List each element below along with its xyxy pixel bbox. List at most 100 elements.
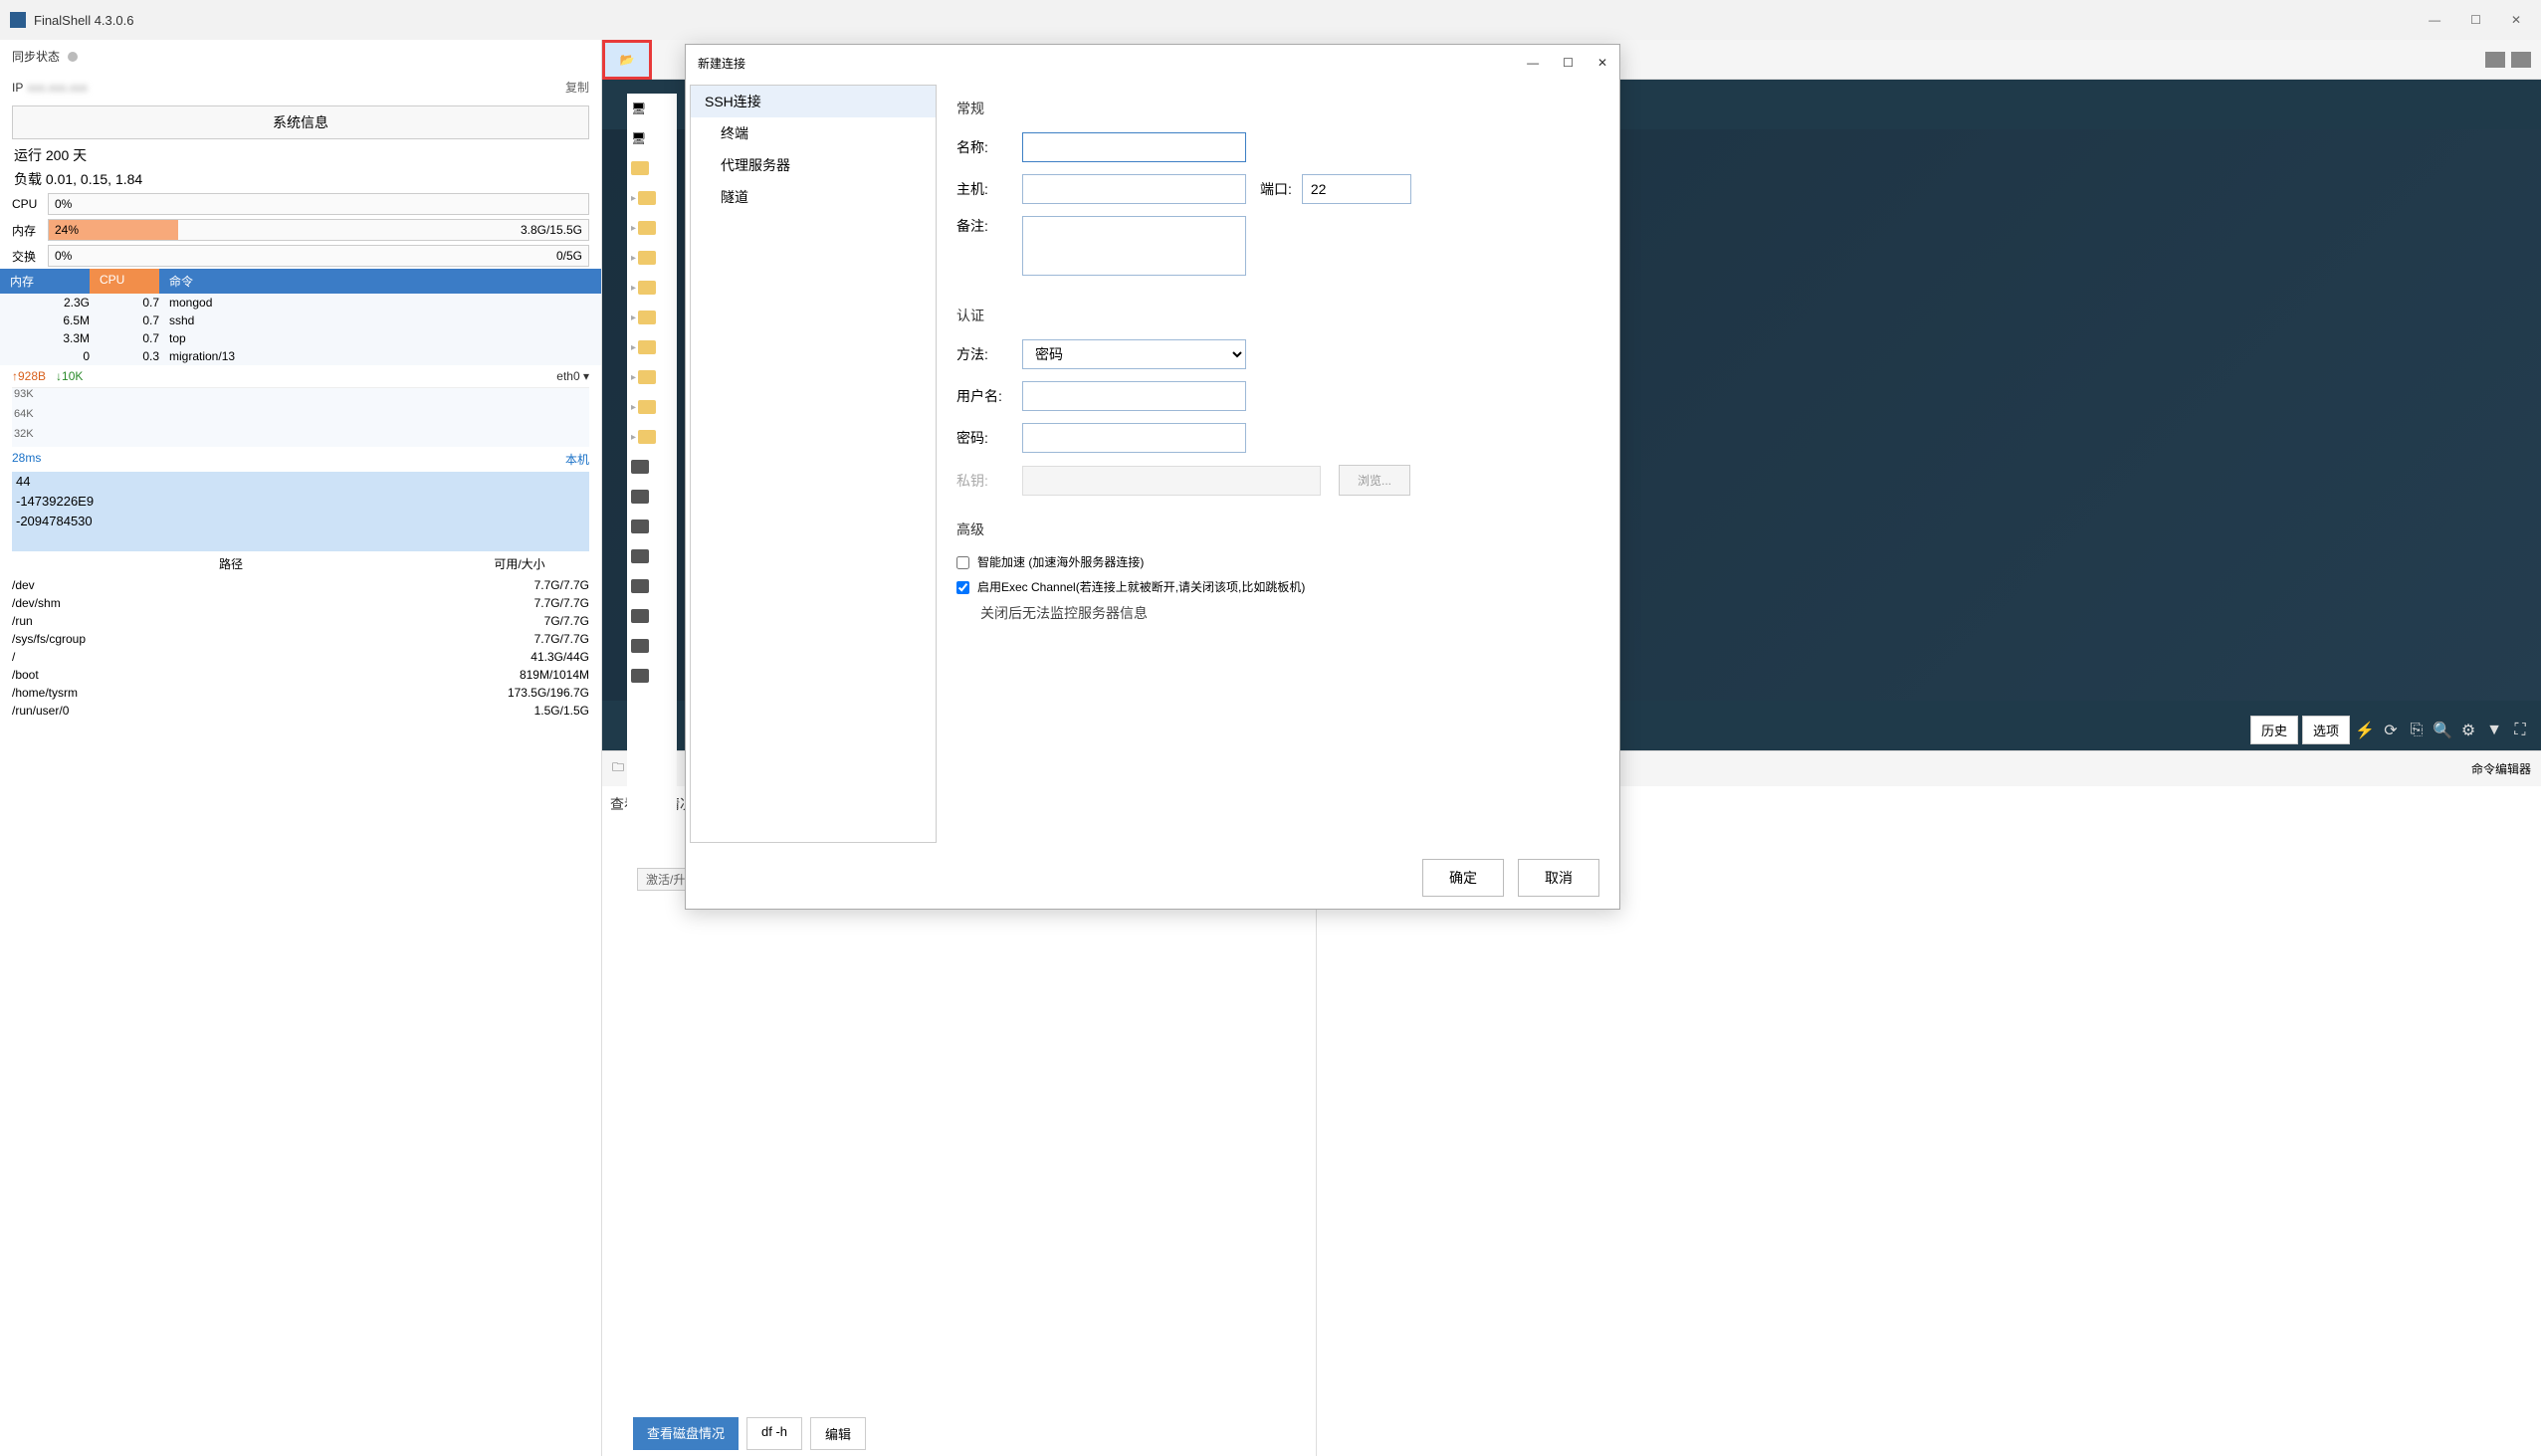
port-label: 端口: <box>1260 179 1292 199</box>
network-chart: 93K 64K 32K <box>12 387 589 447</box>
name-input[interactable] <box>1022 132 1246 162</box>
col-mem[interactable]: 内存 <box>0 269 90 294</box>
run-cmd-button[interactable]: 查看磁盘情况 <box>633 1417 739 1450</box>
method-select[interactable]: 密码 <box>1022 339 1246 369</box>
df-button[interactable]: df -h <box>746 1417 802 1450</box>
exec-checkbox[interactable] <box>956 581 969 594</box>
user-input[interactable] <box>1022 381 1246 411</box>
server-icon <box>631 669 649 683</box>
folder-icon <box>638 311 656 324</box>
sync-status: 同步状态 <box>0 40 601 73</box>
mem-label: 内存 <box>12 222 48 239</box>
chevron-icon: ▸ <box>631 432 636 443</box>
disk-row[interactable]: /41.3G/44G <box>0 648 601 666</box>
folder-icon: 📂 <box>620 53 635 67</box>
iface-dropdown[interactable]: eth0 ▾ <box>556 369 589 383</box>
net-y1: 93K <box>14 388 34 400</box>
fullscreen-icon[interactable]: ⛶ <box>2509 720 2531 741</box>
minimize-icon[interactable]: — <box>2429 13 2440 27</box>
disk-row[interactable]: /run/user/01.5G/1.5G <box>0 702 601 720</box>
tree-server[interactable] <box>627 482 677 512</box>
ping-l1: -14739226E9 <box>16 494 94 509</box>
ping-host[interactable]: 本机 <box>565 451 589 468</box>
disk-row[interactable]: /boot819M/1014M <box>0 666 601 684</box>
accel-checkbox[interactable] <box>956 556 969 569</box>
tree-folder[interactable]: ▸ <box>627 183 677 213</box>
tree-folder[interactable]: ▸ <box>627 273 677 303</box>
status-dot-icon <box>68 52 78 62</box>
chevron-icon: ▸ <box>631 372 636 383</box>
history-button[interactable]: 历史 <box>2250 716 2298 744</box>
tree-folder[interactable]: ▸ <box>627 213 677 243</box>
gear-icon[interactable]: ⚙ <box>2457 720 2479 741</box>
disk-row[interactable]: /run7G/7.7G <box>0 612 601 630</box>
app-icon <box>10 12 26 28</box>
monitor-icon: 🖥 <box>631 102 646 115</box>
col-cmd[interactable]: 命令 <box>159 269 601 294</box>
tree-folder[interactable]: ▸ <box>627 422 677 452</box>
browse-button[interactable]: 浏览... <box>1339 465 1410 496</box>
server-icon <box>631 460 649 474</box>
net-y2: 64K <box>14 408 34 420</box>
tree-folder[interactable]: ▸ <box>627 392 677 422</box>
host-label: 主机: <box>956 179 1022 199</box>
ip-label: IP <box>12 81 23 95</box>
maximize-icon[interactable]: ☐ <box>2470 13 2481 27</box>
tree-server[interactable] <box>627 512 677 541</box>
type-ssh[interactable]: SSH连接 <box>691 86 936 117</box>
ok-button[interactable]: 确定 <box>1422 859 1504 897</box>
tree-folder[interactable] <box>627 153 677 183</box>
tree-server[interactable] <box>627 452 677 482</box>
tree-server[interactable] <box>627 571 677 601</box>
copy-button[interactable]: 复制 <box>565 79 589 96</box>
copy-icon[interactable]: ⎘ <box>2406 720 2428 741</box>
tree-node[interactable]: 🖥 <box>627 94 677 123</box>
type-terminal[interactable]: 终端 <box>691 117 936 149</box>
disk-row[interactable]: /dev7.7G/7.7G <box>0 576 601 594</box>
dialog-minimize-icon[interactable]: — <box>1527 56 1539 70</box>
tree-folder[interactable]: ▸ <box>627 332 677 362</box>
tree-server[interactable] <box>627 601 677 631</box>
cmd-editor-label[interactable]: 命令编辑器 <box>2471 760 2531 777</box>
options-button[interactable]: 选项 <box>2302 716 2350 744</box>
tree-server[interactable] <box>627 661 677 691</box>
tree-folder[interactable]: ▸ <box>627 303 677 332</box>
cancel-button[interactable]: 取消 <box>1518 859 1599 897</box>
disk-row[interactable]: /home/tysrm173.5G/196.7G <box>0 684 601 702</box>
refresh-icon[interactable]: ⟳ <box>2380 720 2402 741</box>
pass-input[interactable] <box>1022 423 1246 453</box>
process-header[interactable]: 内存 CPU 命令 <box>0 269 601 294</box>
col-cpu[interactable]: CPU <box>90 269 159 294</box>
dialog-titlebar: 新建连接 — ☐ ✕ <box>686 45 1619 81</box>
edit-button[interactable]: 编辑 <box>810 1417 866 1450</box>
tree-server[interactable] <box>627 631 677 661</box>
tree-folder[interactable]: ▸ <box>627 362 677 392</box>
disk-row[interactable]: /sys/fs/cgroup7.7G/7.7G <box>0 630 601 648</box>
dialog-close-icon[interactable]: ✕ <box>1597 56 1607 70</box>
process-row[interactable]: 6.5M0.7sshd <box>0 312 601 329</box>
remark-input[interactable] <box>1022 216 1246 276</box>
process-row[interactable]: 2.3G0.7mongod <box>0 294 601 312</box>
process-row[interactable]: 00.3migration/13 <box>0 347 601 365</box>
search-icon[interactable]: 🔍 <box>2432 720 2453 741</box>
close-icon[interactable]: ✕ <box>2511 13 2521 27</box>
disk-row[interactable]: /dev/shm7.7G/7.7G <box>0 594 601 612</box>
tree-folder[interactable]: ▸ <box>627 243 677 273</box>
download-icon[interactable]: ▼ <box>2483 720 2505 741</box>
process-row[interactable]: 3.3M0.7top <box>0 329 601 347</box>
host-input[interactable] <box>1022 174 1246 204</box>
section-advanced: 高级 <box>956 520 1599 539</box>
dialog-maximize-icon[interactable]: ☐ <box>1563 56 1574 70</box>
sysinfo-button[interactable]: 系统信息 <box>12 105 589 139</box>
type-tunnel[interactable]: 隧道 <box>691 181 936 213</box>
type-proxy[interactable]: 代理服务器 <box>691 149 936 181</box>
port-input[interactable] <box>1302 174 1411 204</box>
tree-server[interactable] <box>627 541 677 571</box>
connection-manager-button[interactable]: 📂 <box>602 40 652 80</box>
list-view-icon[interactable] <box>2511 52 2531 68</box>
section-auth: 认证 <box>956 306 1599 325</box>
grid-view-icon[interactable] <box>2485 52 2505 68</box>
bolt-icon[interactable]: ⚡ <box>2354 720 2376 741</box>
tree-node[interactable]: 🖥 <box>627 123 677 153</box>
chevron-icon: ▸ <box>631 223 636 234</box>
